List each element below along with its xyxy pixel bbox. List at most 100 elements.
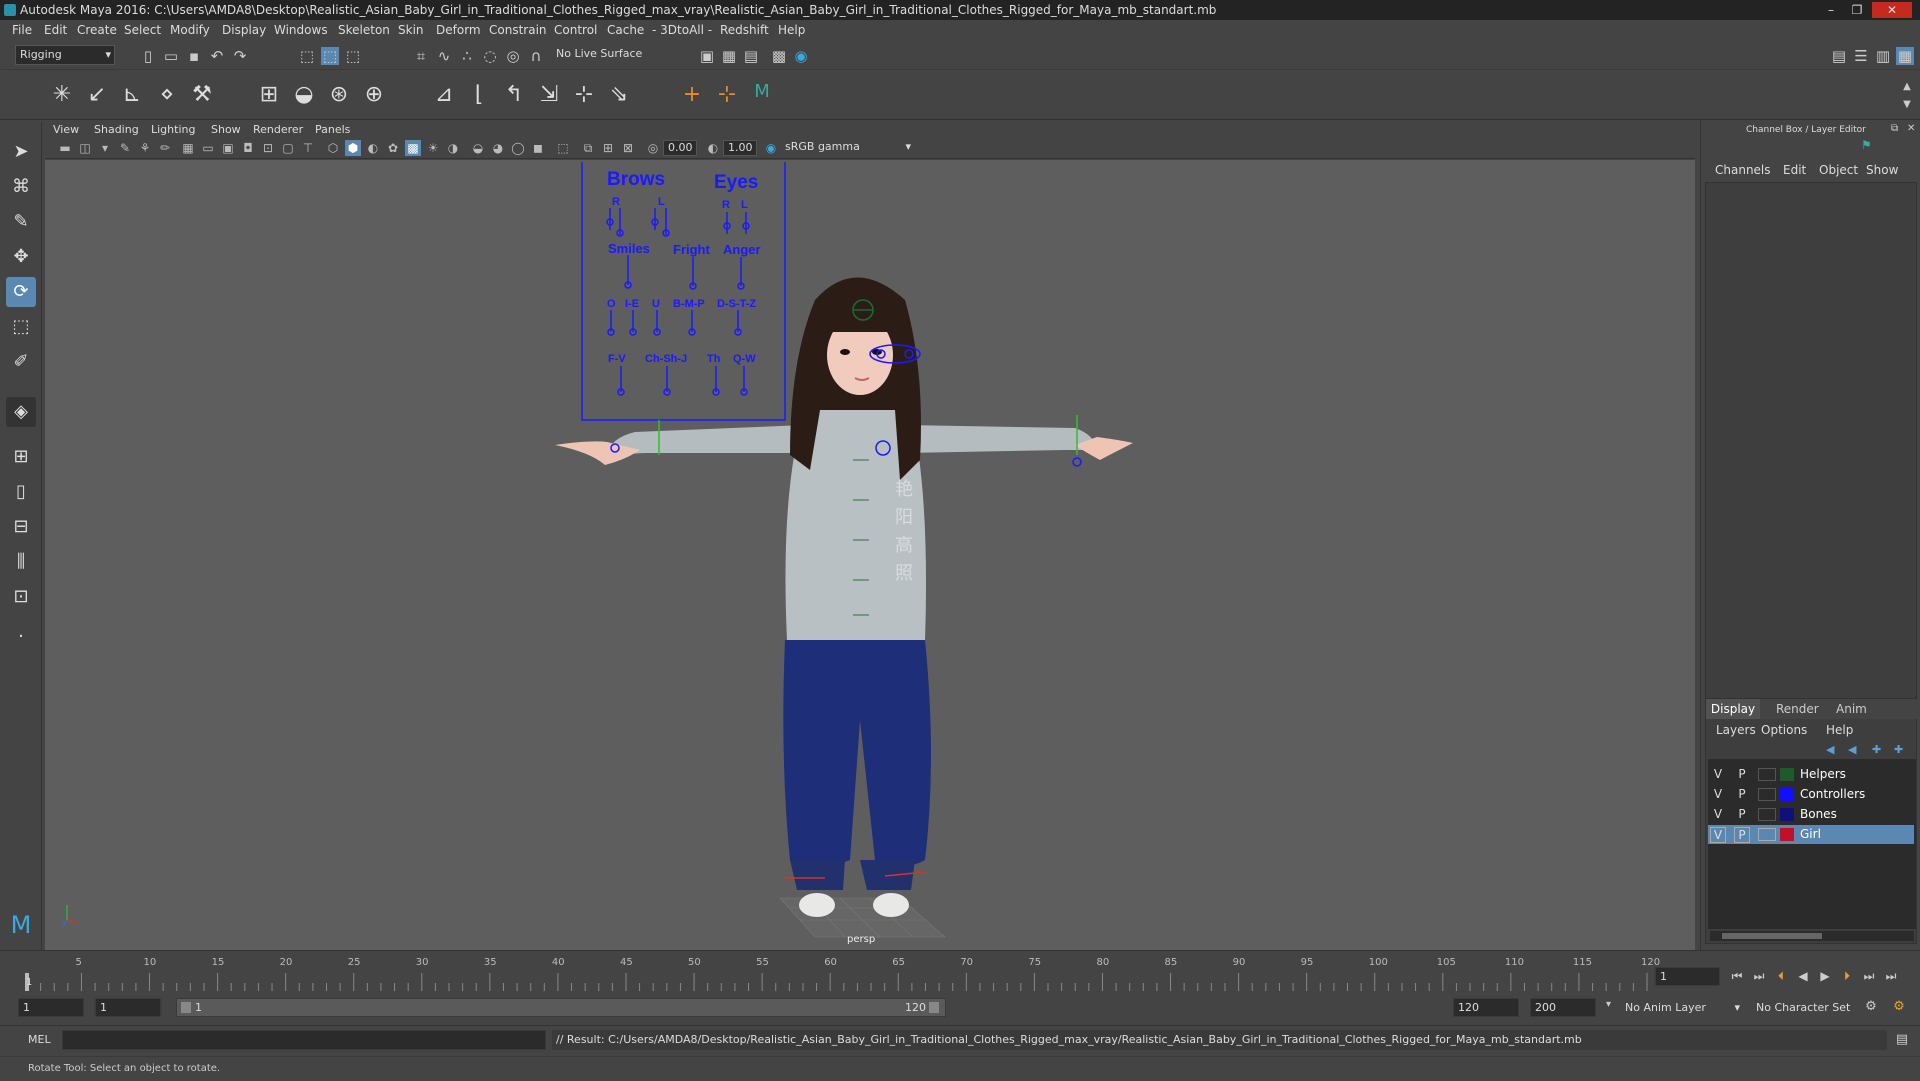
orient-constraint-icon[interactable]: ↰ xyxy=(500,81,528,109)
xray-joints-icon[interactable]: ⊞ xyxy=(600,140,616,156)
gamma-icon[interactable]: ◐ xyxy=(705,140,721,156)
mirror-joint-icon[interactable]: ⋄ xyxy=(153,81,181,109)
view-transform-dropdown[interactable]: sRGB gamma ▾ xyxy=(781,140,913,156)
channels-menu[interactable]: Channels xyxy=(1715,163,1771,177)
play-forward-icon[interactable]: ▶ xyxy=(1816,967,1834,985)
menu-modify[interactable]: Modify xyxy=(170,23,210,37)
script-editor-icon[interactable]: ▤ xyxy=(1893,1031,1911,1049)
time-slider[interactable]: 5 10 15 20 25 30 35 40 45 50 55 60 65 70 75 80 85 90 95 100… xyxy=(0,950,1920,995)
layer-display-type[interactable] xyxy=(1758,808,1776,821)
layer-row-helpers[interactable]: V P Helpers xyxy=(1708,765,1914,784)
menu-control[interactable]: Control xyxy=(554,23,597,37)
select-component-icon[interactable]: ⬚ xyxy=(344,47,362,65)
cluster-icon[interactable]: ⊕ xyxy=(360,81,388,109)
new-scene-icon[interactable]: ▯ xyxy=(139,47,157,65)
field-chart-icon[interactable]: ⊡ xyxy=(260,140,276,156)
pole-vector-icon[interactable]: ⇘ xyxy=(605,81,633,109)
shelf-scroll-down-icon[interactable]: ▼ xyxy=(1898,96,1916,114)
lattice-icon[interactable]: ⊛ xyxy=(325,81,353,109)
default-material-icon[interactable]: ◐ xyxy=(365,140,381,156)
panel-menu-shading[interactable]: Shading xyxy=(94,123,139,136)
animation-prefs-icon[interactable]: ⚙ xyxy=(1890,998,1908,1016)
xray-icon[interactable]: ⧉ xyxy=(580,140,596,156)
range-bar[interactable]: 1 120 xyxy=(176,998,946,1017)
hypershade-icon[interactable]: ▩ xyxy=(770,47,788,65)
joint-tool-icon[interactable]: ✳ xyxy=(48,81,76,109)
safe-action-icon[interactable]: ▢ xyxy=(280,140,296,156)
range-start-handle[interactable] xyxy=(181,1002,191,1013)
layer-hscrollbar[interactable] xyxy=(1710,931,1914,941)
close-panel-icon[interactable]: ✕ xyxy=(1907,123,1915,134)
layer-row-bones[interactable]: V P Bones xyxy=(1708,805,1914,824)
last-tool-icon[interactable]: ✐ xyxy=(6,347,36,377)
textured-icon[interactable]: ▩ xyxy=(405,140,421,156)
wireframe-icon[interactable]: ⬡ xyxy=(325,140,341,156)
resolution-gate-icon[interactable]: ▣ xyxy=(220,140,236,156)
tool-settings-icon[interactable]: ▥ xyxy=(1874,47,1892,65)
bookmark-icon[interactable]: ▾ xyxy=(97,140,113,156)
tab-anim[interactable]: Anim xyxy=(1836,702,1867,716)
options-menu[interactable]: Options xyxy=(1761,723,1807,737)
snap-point-icon[interactable]: ∴ xyxy=(458,47,476,65)
minimize-button[interactable]: – xyxy=(1820,2,1842,18)
wireframe-on-shaded-icon[interactable]: ✿ xyxy=(385,140,401,156)
layer-color-swatch[interactable] xyxy=(1780,768,1794,781)
aim-constraint-icon[interactable]: ⌊ xyxy=(465,81,493,109)
step-forward-frame-icon[interactable]: ⏵ xyxy=(1838,967,1856,985)
playback-end-field[interactable]: 120 xyxy=(1453,998,1519,1017)
character-set-dropdown[interactable]: No Character Set xyxy=(1756,998,1866,1017)
new-layer-icon[interactable]: ✚ xyxy=(1872,743,1881,756)
animation-start-field[interactable]: 1 xyxy=(18,998,84,1017)
exposure-icon[interactable]: ◎ xyxy=(645,140,661,156)
panel-menu-lighting[interactable]: Lighting xyxy=(151,123,195,136)
render-frame-icon[interactable]: ▣ xyxy=(698,47,716,65)
exposure-field[interactable]: 0.00 xyxy=(663,140,697,156)
film-gate-icon[interactable]: ▭ xyxy=(200,140,216,156)
layer-visibility-toggle[interactable]: V xyxy=(1710,767,1726,781)
layer-color-swatch[interactable] xyxy=(1780,808,1794,821)
four-view-icon[interactable]: ⊞ xyxy=(6,442,36,472)
ik-handle-icon[interactable]: ↙ xyxy=(83,81,111,109)
snap-grid-icon[interactable]: ⌗ xyxy=(412,47,430,65)
layer-row-girl[interactable]: V P Girl xyxy=(1708,825,1914,844)
modeling-toolkit-icon[interactable]: ▤ xyxy=(1830,47,1848,65)
hik-icon[interactable]: ⊹ xyxy=(713,81,741,109)
tab-render[interactable]: Render xyxy=(1776,702,1819,716)
perspective-viewport[interactable]: Brows Eyes R L R L Smiles Fright Anger O… xyxy=(45,160,1695,950)
shelf-scroll-up-icon[interactable]: ▲ xyxy=(1898,78,1916,96)
grid-toggle-icon[interactable]: ▦ xyxy=(180,140,196,156)
animation-end-field[interactable]: 200 xyxy=(1530,998,1596,1017)
menu-3dtoall[interactable]: - 3DtoAll - xyxy=(652,23,712,37)
xray-components-icon[interactable]: ⊠ xyxy=(620,140,636,156)
orient-joint-icon[interactable]: ⚒ xyxy=(188,81,216,109)
multisample-aa-icon[interactable]: ◯ xyxy=(510,140,526,156)
object-menu[interactable]: Object xyxy=(1819,163,1858,177)
gamma-field[interactable]: 1.00 xyxy=(723,140,757,156)
scene-canvas[interactable]: Brows Eyes R L R L Smiles Fright Anger O… xyxy=(45,160,1695,950)
attribute-editor-icon[interactable]: ☰ xyxy=(1852,47,1870,65)
go-to-start-icon[interactable]: ⏮ xyxy=(1728,967,1746,985)
point-constraint-icon[interactable]: ⊿ xyxy=(430,81,458,109)
playback-start-field[interactable]: 1 xyxy=(95,998,161,1017)
side-by-side-icon[interactable]: ▯ xyxy=(6,477,36,507)
layer-color-swatch[interactable] xyxy=(1780,828,1794,841)
snap-view-icon[interactable]: ◌ xyxy=(481,47,499,65)
ipr-render-icon[interactable]: ▦ xyxy=(720,47,738,65)
menu-deform[interactable]: Deform xyxy=(436,23,481,37)
screen-space-ao-icon[interactable]: ◒ xyxy=(470,140,486,156)
safe-title-icon[interactable]: ⊤ xyxy=(300,140,316,156)
isolate-select-icon[interactable]: ⬚ xyxy=(555,140,571,156)
maya-logo-icon[interactable]: M xyxy=(748,78,776,106)
panel-menu-show[interactable]: Show xyxy=(211,123,241,136)
maya-home-icon[interactable]: M xyxy=(6,910,36,940)
auto-key-icon[interactable]: ⚙ xyxy=(1862,998,1880,1016)
play-backward-icon[interactable]: ◀ xyxy=(1794,967,1812,985)
menu-windows[interactable]: Windows xyxy=(274,23,328,37)
menu-cache[interactable]: Cache xyxy=(607,23,644,37)
cb-edit-menu[interactable]: Edit xyxy=(1783,163,1806,177)
layer-playback-toggle[interactable]: P xyxy=(1734,807,1750,821)
smooth-shade-icon[interactable]: ⬢ xyxy=(345,140,361,156)
camera-attr-icon[interactable]: ◫ xyxy=(77,140,93,156)
go-to-end-icon[interactable]: ⏭ xyxy=(1882,967,1900,985)
menu-skeleton[interactable]: Skeleton xyxy=(338,23,390,37)
